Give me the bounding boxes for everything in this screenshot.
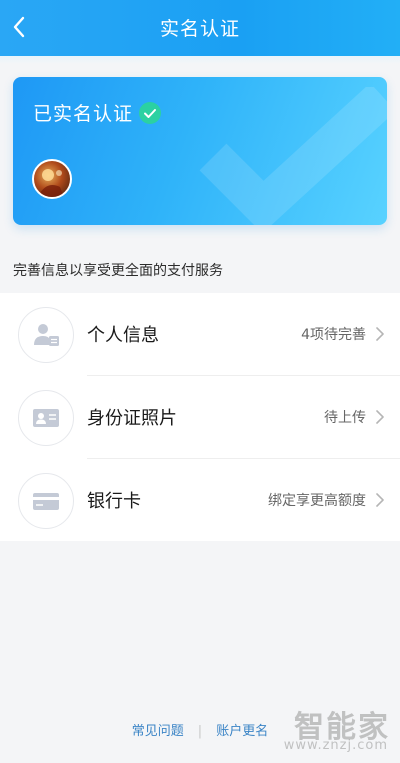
checkmark-watermark-icon	[199, 87, 387, 225]
list-item-id-photo[interactable]: 身份证照片 待上传	[0, 376, 400, 459]
row-status: 绑定享更高额度	[268, 493, 366, 509]
user-card-icon	[34, 324, 59, 346]
chevron-right-icon	[376, 493, 384, 507]
list-item-personal-info[interactable]: 个人信息 4项待完善	[0, 293, 400, 376]
verification-list: 个人信息 4项待完善 身份证照片 待上传 银行卡 绑定享更高额度	[0, 293, 400, 541]
page-title: 实名认证	[159, 18, 240, 40]
verification-card: 已实名认证	[13, 77, 387, 225]
row-label: 个人信息	[87, 325, 159, 346]
bank-card-icon	[33, 493, 59, 510]
row-status: 4项待完善	[301, 327, 366, 343]
account-rename-link[interactable]: 账户更名	[216, 724, 268, 739]
row-label: 银行卡	[87, 491, 141, 512]
site-watermark-url: www.znzj.com	[283, 738, 388, 753]
row-label: 身份证照片	[87, 408, 177, 429]
avatar	[32, 159, 72, 199]
section-description: 完善信息以享受更全面的支付服务	[13, 263, 223, 279]
row-status: 待上传	[324, 410, 366, 426]
header-divider	[0, 56, 400, 64]
chevron-right-icon	[376, 410, 384, 424]
faq-link[interactable]: 常见问题	[132, 724, 184, 739]
chevron-right-icon	[376, 327, 384, 341]
list-item-bank-card[interactable]: 银行卡 绑定享更高额度	[0, 459, 400, 542]
row-icon-container	[18, 473, 74, 529]
top-nav-bar: 实名认证	[0, 0, 400, 56]
check-circle-icon	[139, 102, 161, 124]
id-card-icon	[33, 409, 59, 427]
verification-status: 已实名认证	[33, 103, 134, 125]
row-icon-container	[18, 307, 74, 363]
footer-separator: |	[197, 724, 203, 739]
row-icon-container	[18, 390, 74, 446]
